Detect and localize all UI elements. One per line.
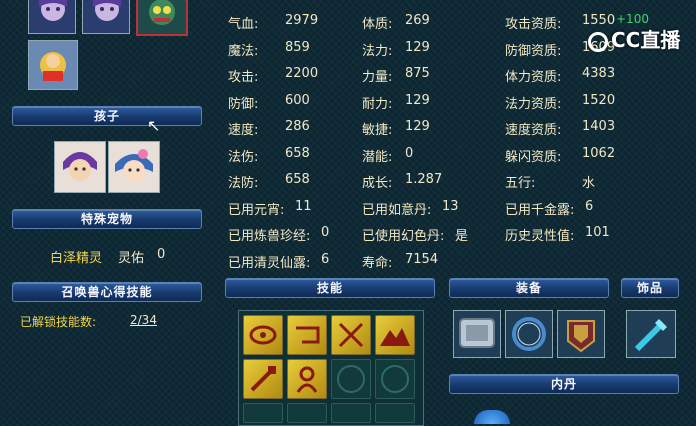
stat-value: 1520 [582,93,616,108]
skills-grid [238,310,424,426]
stat-label: 成长: [362,176,393,191]
stat-label: 速度: [228,123,259,138]
stat-label: 躲闪资质: [505,150,562,165]
stat-value: 1403 [582,119,616,134]
inner-dan-icon[interactable] [474,410,510,424]
special-pet-header[interactable]: 特殊宠物 [12,209,202,229]
stat-value: 658 [285,146,310,161]
stat-label: 法力: [362,44,393,59]
stat-value: 2979 [285,13,319,28]
ornament-header[interactable]: 饰品 [621,278,679,298]
unlocked-value[interactable]: 2/34 [130,313,157,327]
stat-value: 11 [295,199,312,214]
stat-value: 13 [442,199,459,214]
stat-value: 0 [321,225,330,240]
stat-label: 潜能: [362,150,393,165]
stat-value: 600 [285,93,310,108]
stat-value: 129 [405,93,430,108]
stat-value: 水 [582,176,596,191]
skill-slot-empty-6[interactable] [375,403,415,423]
stat-label: 体力资质: [505,70,562,85]
cursor-icon: ↖ [147,116,161,135]
blessing-value: 0 [157,247,166,262]
special-pet-name[interactable]: 白泽精灵 [50,247,102,266]
stat-value: 6 [321,252,330,267]
stat-label: 法力资质: [505,97,562,112]
equipment-slot-3[interactable] [557,310,605,358]
stat-value: 7154 [405,252,439,267]
skill-slot-empty-4[interactable] [287,403,327,423]
stat-label: 法伤: [228,150,259,165]
stat-value: 129 [405,40,430,55]
stat-label: 五行: [505,176,536,191]
stat-value: 6 [585,199,594,214]
stat-label: 敏捷: [362,123,393,138]
equipment-slot-1[interactable] [453,310,501,358]
stat-label: 防御: [228,97,259,112]
stat-value: 859 [285,40,310,55]
stat-value: 286 [285,119,310,134]
equipment-slot-2[interactable] [505,310,553,358]
stat-value: 4383 [582,66,616,81]
stat-label: 耐力: [362,97,393,112]
stat-value: 1062 [582,146,616,161]
stat-value: 1.287 [405,172,443,187]
stat-label: 已用炼兽珍经: [228,229,311,244]
watermark-circle-icon [588,32,608,52]
watermark-logo: CC直播 [588,24,680,53]
children-header[interactable]: 孩子 [12,106,202,126]
skill-slot-3[interactable] [331,315,371,355]
stat-value: 101 [585,225,610,240]
stat-label: 体质: [362,17,393,32]
skill-slot-4[interactable] [375,315,415,355]
stat-label: 速度资质: [505,123,562,138]
stat-value: 269 [405,13,430,28]
skill-slot-empty-2[interactable] [375,359,415,399]
blessing-label: 灵佑 [118,251,145,266]
stat-label: 攻击资质: [505,17,562,32]
stat-label: 魔法: [228,44,259,59]
skill-slot-1[interactable] [243,315,283,355]
stat-value: 2200 [285,66,319,81]
skill-slot-empty-5[interactable] [331,403,371,423]
stat-label: 已用清灵仙露: [228,256,311,271]
equipment-header[interactable]: 装备 [449,278,609,298]
watermark-text: CC直播 [611,28,681,52]
stat-value: 875 [405,66,430,81]
pet-portrait-3-selected[interactable] [136,0,188,36]
skill-slot-empty-3[interactable] [243,403,283,423]
ornament-slot[interactable] [626,310,676,358]
stat-label: 已用元宵: [228,203,285,218]
stat-label: 力量: [362,70,393,85]
pet-portrait-1[interactable] [28,0,76,34]
stat-label: 法防: [228,176,259,191]
stat-label: 气血: [228,17,259,32]
stat-label: 已使用幻色丹: [362,229,445,244]
inner-dan-header[interactable]: 内丹 [449,374,679,394]
stat-label: 已用如意丹: [362,203,432,218]
skills-header[interactable]: 技能 [225,278,435,298]
stat-label: 已用千金露: [505,203,575,218]
stat-label: 防御资质: [505,44,562,59]
stat-label: 攻击: [228,70,259,85]
skill-slot-6[interactable] [287,359,327,399]
pet-portrait-4[interactable] [28,40,78,90]
pet-portrait-2[interactable] [82,0,130,34]
child-portrait-1[interactable] [54,141,106,193]
child-portrait-2[interactable] [108,141,160,193]
skill-slot-2[interactable] [287,315,327,355]
stat-label: 历史灵性值: [505,229,575,244]
stat-label: 寿命: [362,256,393,271]
skill-slot-empty-1[interactable] [331,359,371,399]
heart-skill-header[interactable]: 召唤兽心得技能 [12,282,202,302]
skill-slot-5[interactable] [243,359,283,399]
stat-value: 是 [455,229,469,244]
stat-value: 658 [285,172,310,187]
stat-value: 129 [405,119,430,134]
unlocked-label: 已解锁技能数: [20,315,97,329]
stat-value: 0 [405,146,414,161]
